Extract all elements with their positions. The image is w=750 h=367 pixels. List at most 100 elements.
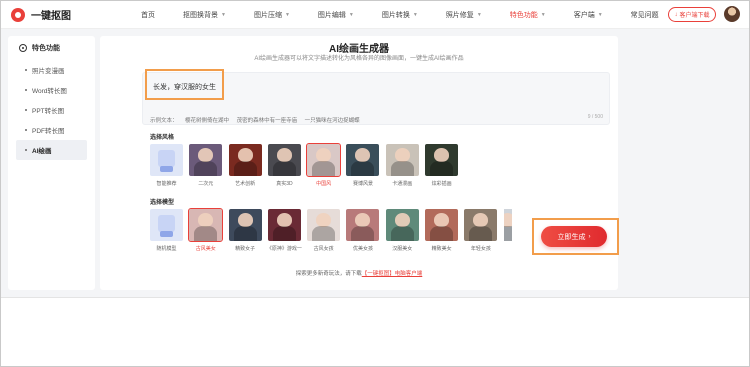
- style-thumbnail: [346, 144, 380, 176]
- prompt-char-count: 9 / 500: [587, 114, 603, 120]
- style-option[interactable]: 炫彩插画: [425, 144, 459, 187]
- sidebar-item-label: 照片变漫画: [32, 68, 65, 75]
- example-texts: 示例文本： 樱花树側倚在湖中 茂密的森林中有一座寺庙 一只猫咪在河边捉蝴蝶: [150, 116, 366, 124]
- style-option[interactable]: 赛博风景: [346, 144, 380, 187]
- model-option-partial[interactable]: [503, 209, 512, 252]
- model-label: 古风女孩: [313, 246, 334, 252]
- model-option[interactable]: 精致美女: [425, 209, 459, 252]
- style-label: 赛博风景: [352, 181, 373, 187]
- style-thumbnail: [385, 144, 419, 176]
- style-label: 艺术创新: [235, 181, 256, 187]
- model-option[interactable]: 精致女子: [228, 209, 262, 252]
- model-label: 精致女子: [235, 246, 256, 252]
- brand-logo[interactable]: 一键抠图: [11, 7, 121, 22]
- nav-item-repair[interactable]: 照片修复 ▼: [432, 1, 496, 29]
- model-label: 优美女孩: [352, 246, 373, 252]
- model-option[interactable]: 汉服美女: [385, 209, 419, 252]
- model-option[interactable]: 优美女孩: [346, 209, 380, 252]
- sidebar-item-label: AI绘画: [32, 148, 52, 155]
- sidebar-item-pdf-to-image[interactable]: PDF转长图: [8, 120, 95, 140]
- generate-button[interactable]: 立即生成 ›: [541, 226, 607, 247]
- nav-label: 首页: [141, 11, 155, 19]
- model-option[interactable]: 《原神》游戏一: [266, 209, 302, 252]
- download-label: 客户端下载: [679, 13, 710, 19]
- style-section-label: 选择风格: [150, 135, 175, 141]
- bullet-icon: [25, 149, 27, 151]
- model-section-label: 选择模型: [150, 200, 175, 206]
- chevron-right-icon: ›: [588, 233, 591, 240]
- style-option[interactable]: 真实3D: [267, 144, 301, 187]
- model-label: 汉服美女: [392, 246, 413, 252]
- avatar[interactable]: [724, 6, 740, 22]
- page-subtitle: AI绘画生成器可以将文字描述转化为风格各异的图像画面，一键生成AI绘画作品: [254, 56, 464, 62]
- nav-item-cutout[interactable]: 抠图换背景 ▼: [169, 1, 240, 29]
- model-label: 《原神》游戏一: [266, 246, 302, 252]
- style-thumbnail: [189, 144, 223, 176]
- lower-blank-area: [1, 297, 749, 366]
- chevron-down-icon: ▼: [476, 11, 482, 18]
- sidebar-item-label: PPT转长图: [32, 108, 65, 115]
- model-option[interactable]: 古风美女: [188, 208, 224, 252]
- style-label: 真实3D: [276, 181, 293, 187]
- style-option[interactable]: 智能推荐: [150, 144, 183, 187]
- bullet-icon: [25, 129, 27, 131]
- model-thumbnail: [267, 209, 301, 241]
- sidebar-item-ppt-to-image[interactable]: PPT转长图: [8, 100, 95, 120]
- sidebar-item-ai-painting[interactable]: AI绘画: [16, 140, 87, 160]
- style-thumbnail: [150, 144, 183, 176]
- model-option[interactable]: 年轻女孩: [464, 209, 498, 252]
- model-thumbnail: [503, 209, 512, 241]
- nav-item-home[interactable]: 首页: [127, 1, 169, 29]
- model-thumbnail: [188, 208, 224, 242]
- style-option[interactable]: 中国风: [306, 143, 342, 187]
- model-label: 精致美女: [431, 246, 452, 252]
- model-options: 随机模型 古风美女 精致女子 《原神》游戏一 古风女孩 优美女孩 汉服美女 精致美女 年轻女孩: [150, 208, 518, 252]
- top-nav: 一键抠图 首页 抠图换背景 ▼ 图片压缩 ▼ 图片编辑 ▼ 图片转换 ▼ 照片修复 ▼ 特…: [1, 1, 749, 29]
- download-icon: ↓: [674, 11, 678, 18]
- chevron-down-icon: ▼: [348, 11, 354, 18]
- nav-label: 图片转换: [381, 11, 410, 19]
- style-thumbnail: [306, 143, 342, 177]
- sidebar-title: 特色功能: [8, 36, 95, 60]
- model-thumbnail: [346, 209, 380, 241]
- sidebar: 特色功能 照片变漫画 Word转长图 PPT转长图 PDF转长图 AI绘画: [8, 36, 95, 290]
- sidebar-item-word-to-image[interactable]: Word转长图: [8, 80, 95, 100]
- model-label: 古风美女: [195, 246, 216, 252]
- nav-label: 客户端: [573, 11, 595, 19]
- bottom-note-text: 探索更多新奇玩法，请下载: [295, 271, 362, 277]
- bottom-note: 探索更多新奇玩法，请下载【一键抠图】电脑客户端: [100, 269, 618, 277]
- nav-item-edit[interactable]: 图片编辑 ▼: [304, 1, 368, 29]
- nav-item-faq[interactable]: 常见问题: [617, 1, 673, 29]
- model-label: 随机模型: [156, 246, 177, 252]
- main-panel: AI绘画生成器 AI绘画生成器可以将文字描述转化为风格各异的图像画面，一键生成A…: [100, 36, 618, 290]
- client-download-button[interactable]: ↓ 客户端下载: [668, 7, 716, 22]
- model-thumbnail: [150, 209, 183, 241]
- example-item[interactable]: 樱花树側倚在湖中: [185, 118, 229, 124]
- nav-item-features[interactable]: 特色功能 ▼: [496, 1, 560, 29]
- nav-item-client[interactable]: 客户端 ▼: [560, 1, 617, 29]
- generate-label: 立即生成: [557, 233, 586, 241]
- style-label: 智能推荐: [156, 181, 177, 187]
- model-thumbnail: [464, 209, 498, 241]
- style-option[interactable]: 二次元: [189, 144, 223, 187]
- nav-item-compress[interactable]: 图片压缩 ▼: [240, 1, 304, 29]
- nav-label: 常见问题: [630, 11, 659, 19]
- target-icon: [19, 44, 27, 52]
- sidebar-title-text: 特色功能: [32, 45, 60, 52]
- nav-label: 照片修复: [445, 11, 474, 19]
- style-label: 二次元: [198, 181, 214, 187]
- style-option[interactable]: 艺术创新: [228, 144, 262, 187]
- bullet-icon: [25, 109, 27, 111]
- model-option[interactable]: 随机模型: [150, 209, 183, 252]
- style-option[interactable]: 卡通漫画: [385, 144, 419, 187]
- example-item[interactable]: 茂密的森林中有一座寺庙: [237, 118, 298, 124]
- example-item[interactable]: 一只猫咪在河边捉蝴蝶: [305, 118, 360, 124]
- nav-item-convert[interactable]: 图片转换 ▼: [368, 1, 432, 29]
- model-option[interactable]: 古风女孩: [307, 209, 341, 252]
- client-download-link[interactable]: 【一键抠图】电脑客户端: [362, 271, 423, 277]
- examples-label: 示例文本：: [150, 118, 178, 124]
- sidebar-item-photo-to-comic[interactable]: 照片变漫画: [8, 60, 95, 80]
- bullet-icon: [25, 89, 27, 91]
- brand-name: 一键抠图: [31, 11, 71, 22]
- style-thumbnail: [425, 144, 459, 176]
